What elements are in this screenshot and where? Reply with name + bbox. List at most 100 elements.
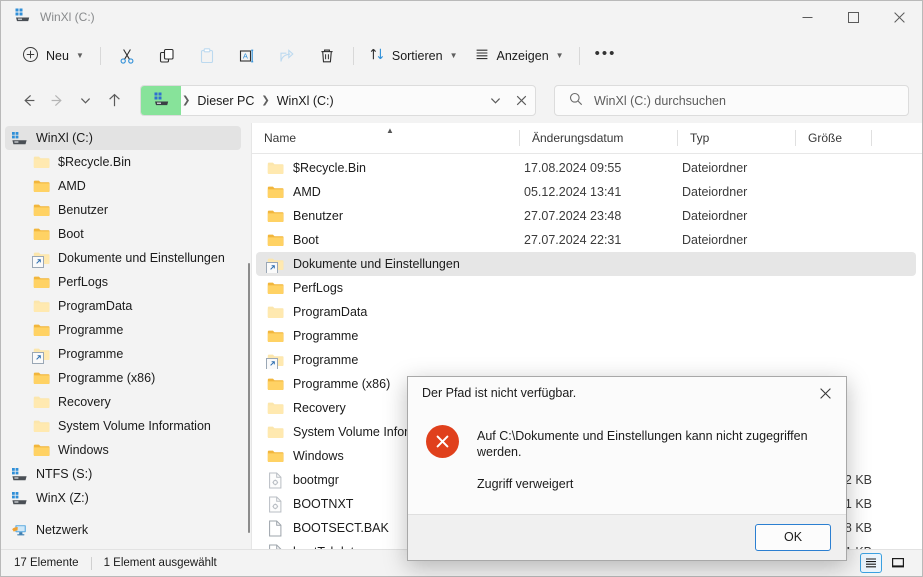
navigation-pane-scrollbar[interactable]	[248, 263, 250, 533]
address-bar[interactable]: ❯ Dieser PC ❯ WinXl (C:)	[140, 85, 536, 116]
back-button[interactable]	[14, 86, 43, 116]
column-header-type[interactable]: Typ	[678, 123, 796, 153]
previous-locations-button[interactable]	[483, 86, 509, 115]
sidebar-item-label: Benutzer	[58, 203, 109, 217]
column-header-size[interactable]: Größe	[796, 123, 872, 153]
sort-button[interactable]: Sortieren ▼	[361, 40, 466, 72]
search-box[interactable]: WinXl (C:) durchsuchen	[553, 85, 909, 116]
file-type-cell: Dateiordner	[682, 161, 748, 175]
sidebar-item[interactable]: Benutzer	[5, 198, 241, 222]
folder-icon	[32, 346, 50, 364]
up-button[interactable]	[100, 86, 129, 116]
details-view-button[interactable]	[860, 553, 882, 573]
breadcrumb-item-dieser-pc[interactable]: Dieser PC	[191, 86, 260, 115]
large-icons-view-button[interactable]	[887, 553, 909, 573]
error-icon	[426, 425, 459, 458]
folder-icon	[266, 352, 284, 369]
table-row[interactable]: PerfLogs	[256, 276, 916, 300]
file-name-label: AMD	[293, 185, 321, 199]
refresh-button[interactable]	[509, 86, 535, 115]
sidebar-item-label: Windows	[58, 443, 109, 457]
file-icon	[267, 544, 284, 549]
column-header-date[interactable]: Änderungsdatum	[520, 123, 678, 153]
close-button[interactable]	[876, 1, 922, 33]
paste-button[interactable]	[188, 40, 226, 72]
sidebar-item[interactable]: Netzwerk	[5, 518, 241, 542]
sidebar-item[interactable]: WinXl (C:)	[5, 126, 241, 150]
explorer-content: WinXl (C:) $Recycle.Bin AMD Benutzer Boot Dok…	[1, 123, 922, 561]
sidebar-item[interactable]: Boot	[5, 222, 241, 246]
minimize-button[interactable]	[784, 1, 830, 33]
sidebar-item[interactable]: System Volume Information	[5, 414, 241, 438]
sidebar-item[interactable]: $Recycle.Bin	[5, 150, 241, 174]
sidebar-item-label: Programme	[58, 323, 124, 337]
forward-button[interactable]	[43, 86, 72, 116]
table-row[interactable]: Programme	[256, 324, 916, 348]
recent-locations-button[interactable]	[72, 86, 101, 116]
sidebar-item[interactable]: Recovery	[5, 390, 241, 414]
sidebar-item-label: AMD	[58, 179, 86, 193]
sidebar-item-label: Recovery	[58, 395, 111, 409]
table-row[interactable]: Benutzer 27.07.2024 23:48 Dateiordner	[256, 204, 916, 228]
sidebar-item-label: $Recycle.Bin	[58, 155, 131, 169]
folder-icon	[267, 160, 284, 177]
sidebar-item[interactable]: Windows	[5, 438, 241, 462]
navigation-bar: ❯ Dieser PC ❯ WinXl (C:) WinXl (C:) durc…	[1, 78, 922, 123]
table-row[interactable]: Programme	[256, 348, 916, 372]
error-dialog-messages: Auf C:\Dokumente und Einstellungen kann …	[477, 423, 828, 492]
sidebar-item[interactable]: Dokumente und Einstellungen	[5, 246, 241, 270]
file-name-cell: Programme	[256, 352, 524, 369]
sidebar-item[interactable]: ProgramData	[5, 294, 241, 318]
sidebar-item-label: Netzwerk	[36, 523, 89, 537]
status-selection-count: 1 Element ausgewählt	[103, 557, 217, 569]
file-name-cell: AMD	[256, 184, 524, 201]
sidebar-item-label: Boot	[58, 227, 84, 241]
drive-icon	[11, 130, 28, 147]
share-button[interactable]	[268, 40, 306, 72]
error-dialog-primary-message: Auf C:\Dokumente und Einstellungen kann …	[477, 429, 808, 460]
cut-button[interactable]	[108, 40, 146, 72]
chevron-down-icon: ▼	[449, 50, 458, 60]
file-type-cell: Dateiordner	[682, 209, 748, 223]
file-name-label: $Recycle.Bin	[293, 161, 366, 175]
folder-icon	[267, 208, 284, 225]
sort-ascending-icon: ▲	[386, 126, 394, 135]
more-options-button[interactable]: •••	[587, 40, 625, 72]
search-input[interactable]: WinXl (C:) durchsuchen	[594, 94, 726, 108]
error-dialog-close-button[interactable]	[804, 377, 846, 409]
table-row[interactable]: ProgramData	[256, 300, 916, 324]
sidebar-item[interactable]: Programme	[5, 342, 241, 366]
delete-button[interactable]	[308, 40, 346, 72]
column-header-name[interactable]: ▲ Name	[252, 123, 520, 153]
maximize-button[interactable]	[830, 1, 876, 33]
sidebar-item[interactable]: Programme	[5, 318, 241, 342]
table-row[interactable]: AMD 05.12.2024 13:41 Dateiordner	[256, 180, 916, 204]
table-row[interactable]: Dokumente und Einstellungen	[256, 252, 916, 276]
new-button[interactable]: Neu ▼	[15, 41, 93, 71]
error-dialog-body: Auf C:\Dokumente und Einstellungen kann …	[408, 409, 846, 514]
sidebar-item-label: WinX (Z:)	[36, 491, 89, 505]
ok-button[interactable]: OK	[755, 523, 831, 551]
file-name-label: Dokumente und Einstellungen	[293, 257, 460, 271]
sidebar-item[interactable]: AMD	[5, 174, 241, 198]
breadcrumb-item-winxl-c[interactable]: WinXl (C:)	[271, 86, 340, 115]
file-name-cell: $Recycle.Bin	[256, 160, 524, 177]
sidebar-item-label: PerfLogs	[58, 275, 109, 289]
sidebar-item[interactable]: WinX (Z:)	[5, 486, 241, 510]
file-name-label: Recovery	[293, 401, 346, 415]
file-date-cell: 27.07.2024 22:31	[524, 233, 622, 247]
sidebar-item[interactable]: Programme (x86)	[5, 366, 241, 390]
command-separator-1	[99, 46, 101, 65]
table-row[interactable]: $Recycle.Bin 17.08.2024 09:55 Dateiordner	[256, 156, 916, 180]
sidebar-item[interactable]: NTFS (S:)	[5, 462, 241, 486]
sidebar-item[interactable]: PerfLogs	[5, 270, 241, 294]
table-row[interactable]: Boot 27.07.2024 22:31 Dateiordner	[256, 228, 916, 252]
clipboard-command-group: A	[108, 40, 346, 72]
status-separator	[90, 556, 92, 570]
file-name-label: PerfLogs	[293, 281, 344, 295]
file-date-cell: 27.07.2024 23:48	[524, 209, 622, 223]
copy-button[interactable]	[148, 40, 186, 72]
file-name-label: Boot	[293, 233, 319, 247]
rename-button[interactable]: A	[228, 40, 266, 72]
view-button[interactable]: Anzeigen ▼	[466, 40, 572, 72]
